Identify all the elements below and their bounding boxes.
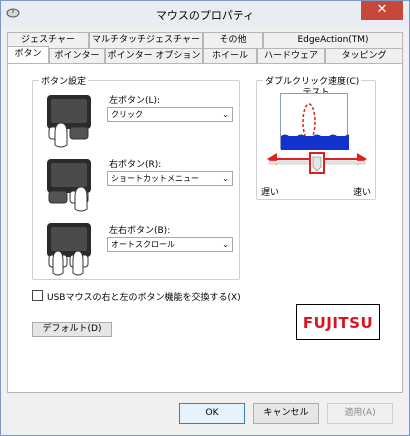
close-button[interactable]: ✕ xyxy=(361,1,403,20)
window-title: マウスのプロパティ xyxy=(155,9,255,22)
right-button-value: ショートカットメニュー xyxy=(111,174,199,183)
slow-label: 遅い xyxy=(261,188,280,198)
tab-edgeaction[interactable]: EdgeAction(TM) xyxy=(263,32,403,48)
left-button-mouse-icon xyxy=(43,93,95,152)
tab-hardware[interactable]: ハードウェア xyxy=(257,48,325,64)
double-click-speed-slider[interactable] xyxy=(263,149,371,179)
default-button[interactable]: デフォルト(D) xyxy=(32,322,112,337)
button-settings-group: ボタン設定 左ボタン(L): クリック ⌄ 右ボタン(R): ショートカットメニ… xyxy=(32,74,240,280)
fujitsu-logo: FUJITSU xyxy=(296,304,380,340)
tab-pointer[interactable]: ポインター xyxy=(49,48,105,64)
button-settings-label: ボタン設定 xyxy=(39,74,89,87)
chevron-down-icon: ⌄ xyxy=(222,240,229,249)
right-button-select[interactable]: ショートカットメニュー ⌄ xyxy=(107,171,233,186)
tab-row-2: ボタン ポインター ポインター オプション ホイール ハードウェア タッピング xyxy=(7,46,403,64)
tab-pointer-options[interactable]: ポインター オプション xyxy=(105,48,203,64)
swap-buttons-label: USBマウスの右と左のボタン機能を交換する(X) xyxy=(47,293,241,303)
tab-wheel[interactable]: ホイール xyxy=(203,48,257,64)
tab-row-1: ジェスチャー マルチタッチジェスチャー その他 EdgeAction(TM) xyxy=(7,32,403,48)
left-button-label: 左ボタン(L): xyxy=(109,96,161,106)
buttons-tab-panel: ボタン設定 左ボタン(L): クリック ⌄ 右ボタン(R): ショートカットメニ… xyxy=(7,63,403,393)
tab-tapping[interactable]: タッピング xyxy=(325,48,403,64)
fujitsu-logo-text: FUJITSU xyxy=(302,314,374,332)
both-buttons-select[interactable]: オートスクロール ⌄ xyxy=(107,237,233,252)
left-button-select[interactable]: クリック ⌄ xyxy=(107,107,233,122)
chevron-down-icon: ⌄ xyxy=(222,174,229,183)
fast-label: 速い xyxy=(353,188,372,198)
double-click-speed-group: ダブルクリック速度(C) テスト xyxy=(256,74,376,200)
mouse-properties-window: マウスのプロパティ ✕ ジェスチャー マルチタッチジェスチャー その他 Edge… xyxy=(0,0,410,436)
apply-button[interactable]: 適用(A) xyxy=(327,403,393,424)
close-icon: ✕ xyxy=(376,2,388,17)
tab-buttons[interactable]: ボタン xyxy=(7,46,49,64)
left-button-value: クリック xyxy=(111,110,143,119)
both-buttons-mouse-icon xyxy=(43,221,95,280)
both-buttons-label: 左右ボタン(B): xyxy=(109,226,171,236)
tab-multitouch-gesture[interactable]: マルチタッチジェスチャー xyxy=(89,32,203,48)
title-bar: マウスのプロパティ ✕ xyxy=(1,1,409,27)
chevron-down-icon: ⌄ xyxy=(222,110,229,119)
right-button-mouse-icon xyxy=(43,157,95,216)
double-click-test-area[interactable] xyxy=(280,93,353,150)
both-buttons-value: オートスクロール xyxy=(111,240,175,249)
swap-buttons-checkbox[interactable] xyxy=(32,290,43,301)
tab-other[interactable]: その他 xyxy=(203,32,263,48)
right-button-label: 右ボタン(R): xyxy=(109,160,162,170)
cancel-button[interactable]: キャンセル xyxy=(253,403,319,424)
ok-button[interactable]: OK xyxy=(179,403,245,424)
